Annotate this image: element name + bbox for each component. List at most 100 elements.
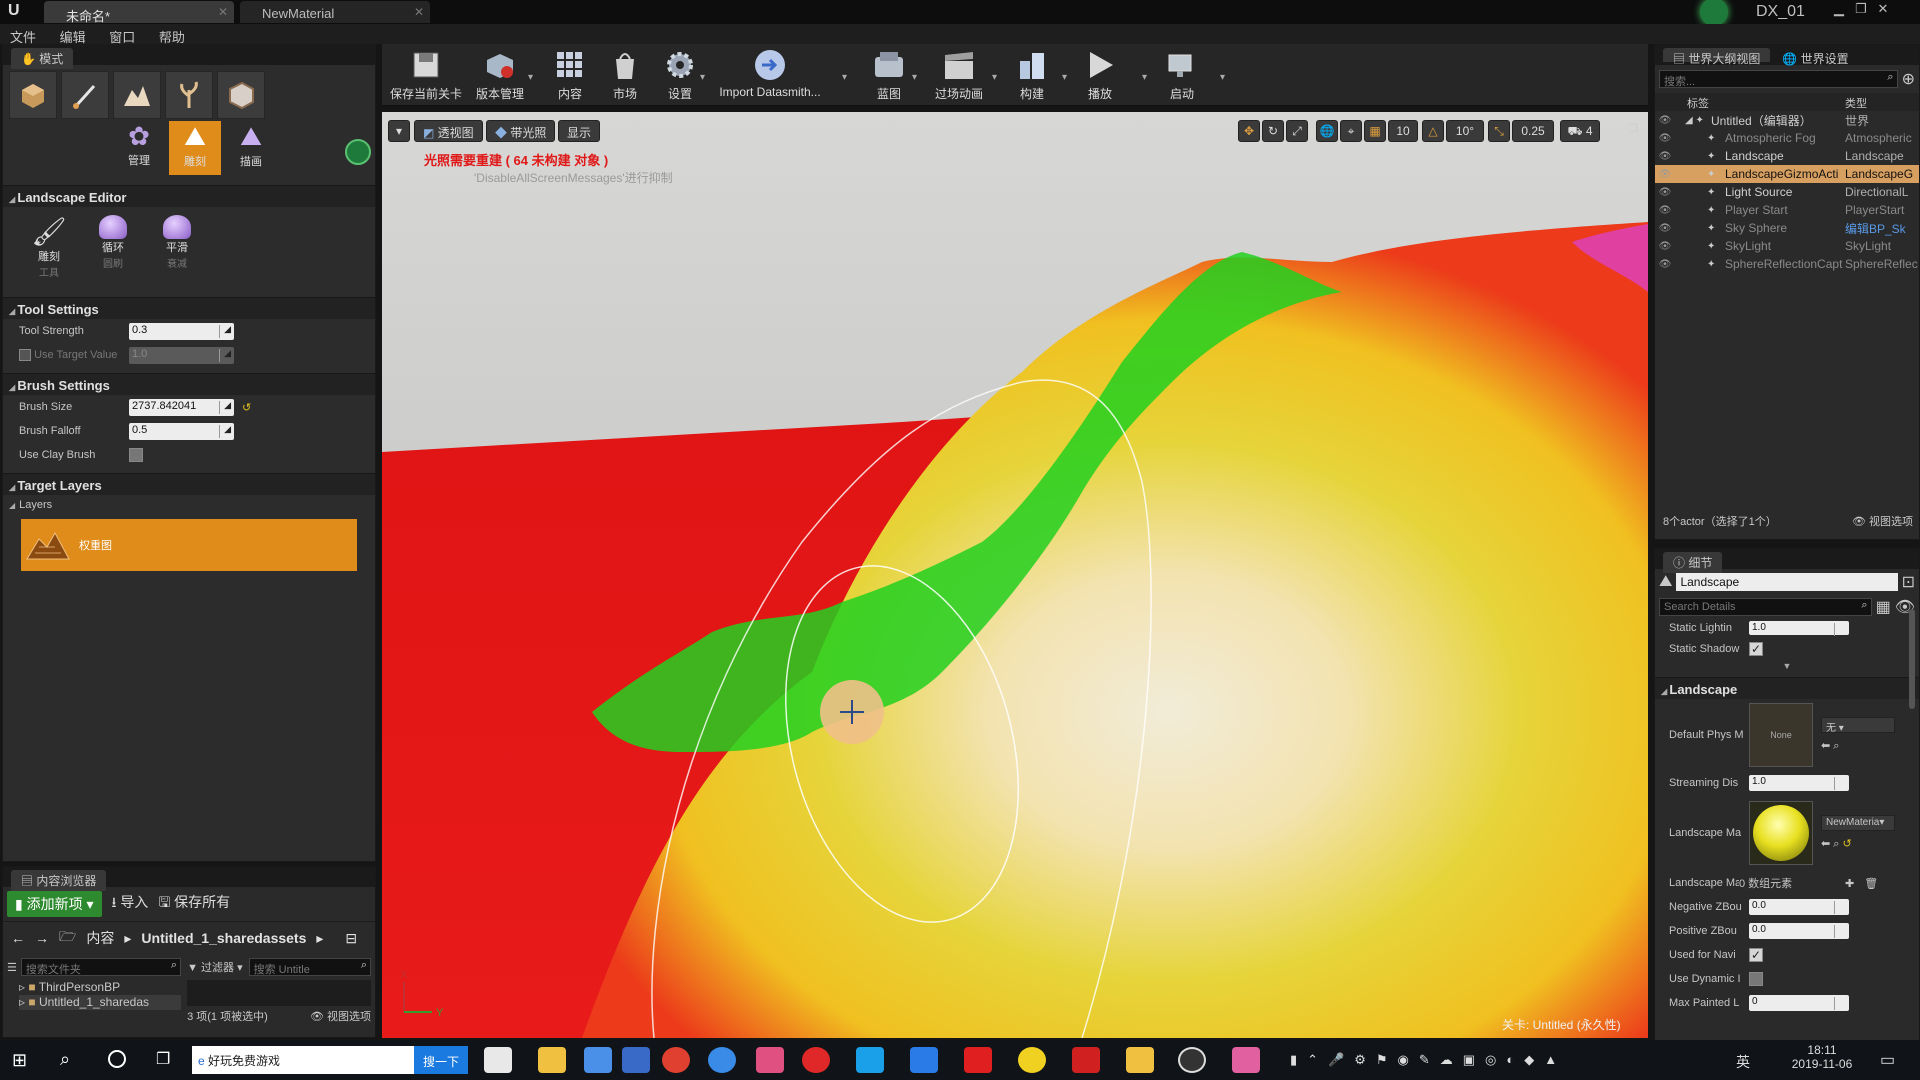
- visibility-eye-icon[interactable]: 👁: [1655, 115, 1675, 126]
- visibility-eye-icon[interactable]: 👁: [1655, 223, 1675, 234]
- object-name-input[interactable]: Landscape: [1676, 573, 1898, 591]
- tab-material[interactable]: NewMaterial ✕: [240, 1, 430, 23]
- windows-start-icon[interactable]: ⊞: [12, 1050, 27, 1071]
- browse-icon[interactable]: ⌕: [1833, 740, 1839, 752]
- dropdown-arrow-icon[interactable]: ▾: [912, 72, 917, 83]
- visibility-eye-icon[interactable]: 👁: [1655, 205, 1675, 216]
- column-type[interactable]: 类型: [1845, 95, 1867, 111]
- place-mode-icon[interactable]: [9, 71, 57, 119]
- dropdown-arrow-icon[interactable]: ▾: [1062, 72, 1067, 83]
- save-all-button[interactable]: 🖫 保存所有: [158, 892, 230, 916]
- taskbar-search-button[interactable]: 搜一下: [414, 1046, 468, 1074]
- level-viewport[interactable]: Y X ▾ ◩ 透视图 ◆ 带光照 显示 光照需要重建 ( 64 未构建 对象 …: [382, 112, 1648, 1038]
- menu-window[interactable]: 窗口: [99, 24, 145, 46]
- acrobat-icon[interactable]: [1072, 1047, 1100, 1073]
- app-icon[interactable]: [1232, 1047, 1260, 1073]
- outliner-row[interactable]: 👁 ✦ Light Source DirectionalL: [1655, 183, 1919, 201]
- system-tray[interactable]: ▮⌃🎤⚙⚑◉✎☁▣◎◐◆▲: [1290, 1052, 1567, 1068]
- subtool-sculpt[interactable]: ⛰ 雕刻: [169, 121, 221, 175]
- camera-speed-button[interactable]: ⛟ 4: [1560, 120, 1600, 142]
- brush-settings-header[interactable]: Brush Settings: [3, 373, 375, 395]
- search-assets-input[interactable]: 搜索 Untitle ⌕: [248, 958, 371, 976]
- outliner-row[interactable]: 👁 ✦ LandscapeGizmoActi LandscapeG: [1655, 165, 1919, 183]
- target-layers-header[interactable]: Target Layers: [3, 473, 375, 495]
- reset-arrow-icon[interactable]: ↺: [242, 401, 251, 414]
- use-clay-brush-checkbox[interactable]: [129, 448, 143, 462]
- used-for-navigation-checkbox[interactable]: [1749, 948, 1763, 962]
- view-options-button[interactable]: 👁 视图选项: [310, 1008, 371, 1024]
- task-view-icon[interactable]: ❐: [156, 1049, 170, 1069]
- viewport-options-button[interactable]: ▾: [388, 120, 410, 142]
- show-button[interactable]: 显示: [558, 120, 601, 142]
- landscape-section-header[interactable]: Landscape: [1655, 677, 1919, 699]
- details-scrollbar[interactable]: [1909, 609, 1915, 709]
- heightmap-layer[interactable]: 权重图: [21, 519, 357, 571]
- static-lighting-input[interactable]: 1.0: [1749, 621, 1849, 636]
- clock[interactable]: 18:11 2019-11-06: [1782, 1043, 1862, 1071]
- grid-snap-icon[interactable]: ▦: [1364, 120, 1386, 142]
- tool-settings-header[interactable]: Tool Settings: [3, 297, 375, 319]
- blueprints-button[interactable]: 蓝图: [860, 48, 918, 104]
- landscape-mode-icon[interactable]: [113, 71, 161, 119]
- visibility-eye-icon[interactable]: 👁: [1655, 241, 1675, 252]
- layers-subheader[interactable]: ◢ Layers: [3, 495, 375, 515]
- sources-toggle-icon[interactable]: ☰: [7, 961, 17, 974]
- tab-details[interactable]: ⓘ 细节: [1663, 552, 1723, 573]
- folder-item[interactable]: ▹ ■ Untitled_1_sharedas: [19, 995, 182, 1010]
- add-new-button[interactable]: ▮ 添加新项 ▾: [7, 891, 102, 917]
- use-selected-icon[interactable]: ⬅: [1821, 838, 1830, 850]
- scale-snap-icon[interactable]: ⤡: [1488, 120, 1510, 142]
- outliner-search-input[interactable]: 搜索... ⌕: [1659, 70, 1898, 88]
- brush-tool-smooth[interactable]: 平滑 衰减: [151, 215, 203, 285]
- close-window-icon[interactable]: ✕: [1872, 1, 1894, 17]
- cortana-icon[interactable]: [108, 1050, 126, 1068]
- grid-snap-value[interactable]: 10: [1388, 120, 1418, 142]
- minimize-icon[interactable]: ▁: [1828, 1, 1850, 17]
- use-selected-icon[interactable]: ⬅: [1821, 740, 1830, 752]
- scale-snap-value[interactable]: 0.25: [1512, 120, 1554, 142]
- perspective-button[interactable]: ◩ 透视图: [414, 120, 483, 142]
- play-button[interactable]: 播放: [1072, 48, 1128, 104]
- taskbar-search-box[interactable]: e 好玩免费游戏: [192, 1046, 414, 1074]
- tab-level[interactable]: 未命名* ✕: [44, 1, 234, 24]
- feishu-icon[interactable]: [910, 1047, 938, 1073]
- marketplace-button[interactable]: 市场: [600, 48, 650, 104]
- tab-world-outliner[interactable]: ▤ 世界大纲视图: [1663, 48, 1771, 66]
- brush-falloff-input[interactable]: 0.5 ◢: [129, 422, 234, 440]
- visibility-eye-icon[interactable]: 👁: [1655, 169, 1675, 180]
- calculator-icon[interactable]: [484, 1047, 512, 1073]
- expand-advanced-icon[interactable]: ▼: [1655, 661, 1919, 671]
- outliner-row[interactable]: 👁 ✦ Player Start PlayerStart: [1655, 201, 1919, 219]
- lit-button[interactable]: ◆ 带光照: [486, 120, 556, 142]
- menu-help[interactable]: 帮助: [149, 24, 195, 46]
- save-level-button[interactable]: 保存当前关卡: [390, 48, 462, 104]
- tab-world-settings[interactable]: 🌐 世界设置: [1776, 48, 1854, 66]
- outliner-row[interactable]: 👁 ✦ SphereReflectionCapt SphereReflec: [1655, 255, 1919, 273]
- menu-file[interactable]: 文件: [0, 24, 46, 46]
- rotation-snap-value[interactable]: 10°: [1446, 120, 1484, 142]
- maximize-viewport-icon[interactable]: ❐: [1628, 122, 1638, 135]
- cinematics-button[interactable]: 过场动画: [926, 48, 992, 104]
- store-icon[interactable]: [622, 1047, 650, 1073]
- max-painted-input[interactable]: 0: [1749, 995, 1849, 1011]
- breadcrumb-folder[interactable]: Untitled_1_sharedassets: [141, 930, 306, 946]
- rotation-snap-icon[interactable]: △: [1422, 120, 1444, 142]
- lock-icon[interactable]: ⊡: [1902, 572, 1915, 592]
- app-icon[interactable]: [1126, 1047, 1154, 1073]
- add-icon[interactable]: ⊕: [1902, 69, 1915, 89]
- back-icon[interactable]: ←: [11, 930, 25, 946]
- subtool-manage[interactable]: ✿ 管理: [113, 121, 165, 175]
- use-target-value-checkbox[interactable]: [19, 349, 31, 362]
- dropdown-arrow-icon[interactable]: ▾: [1142, 72, 1147, 83]
- visibility-eye-icon[interactable]: 👁: [1655, 133, 1675, 144]
- rotate-icon[interactable]: ↻: [1262, 120, 1284, 142]
- outliner-row[interactable]: 👁 ✦ Landscape Landscape: [1655, 147, 1919, 165]
- close-icon[interactable]: ✕: [218, 5, 228, 19]
- reset-arrow-icon[interactable]: ↺: [1843, 838, 1852, 850]
- paint-mode-icon[interactable]: [61, 71, 109, 119]
- outliner-row[interactable]: 👁 ◢ ✦ Untitled（编辑器） 世界: [1655, 111, 1919, 129]
- unreal-logo-icon[interactable]: U: [8, 2, 28, 22]
- netease-music-icon[interactable]: [802, 1047, 830, 1073]
- maximize-icon[interactable]: ❐: [1850, 1, 1872, 17]
- add-element-icon[interactable]: ✚: [1845, 877, 1854, 890]
